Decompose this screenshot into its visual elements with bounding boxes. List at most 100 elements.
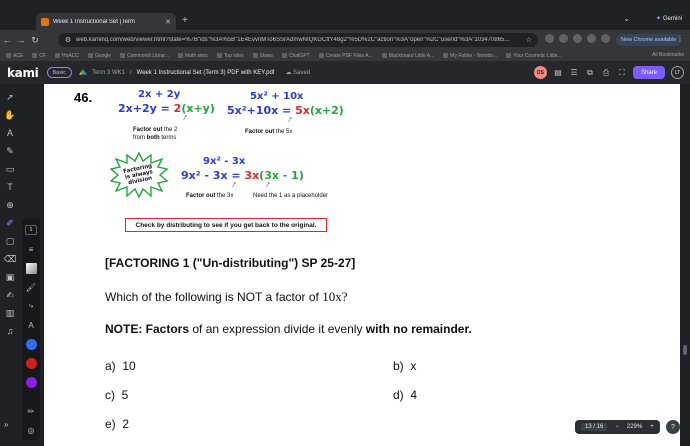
text-style-icon[interactable]: A [24,317,38,333]
export-icon[interactable]: ⧉ [585,68,595,78]
bookmark-item[interactable]: Math sites [178,53,208,59]
bookmark-item[interactable]: Top sites [216,53,244,59]
example3-placeholder-note: Need the 1 as a placeholder [253,193,329,199]
example1-expression: 2x + 2y [138,89,181,100]
extensions-area [545,34,610,43]
folder-icon [506,53,512,58]
user-avatar[interactable]: LT [671,66,684,79]
folder-icon [381,53,387,58]
choice-a[interactable]: a) 10 [105,359,136,373]
print-icon[interactable]: ⎙ [601,68,611,78]
image-icon[interactable]: ▣ [3,268,17,286]
smoothing-icon[interactable]: ⤷ [24,298,38,314]
bookmark-item[interactable]: Commonlit Librar... [120,53,169,59]
marker-icon[interactable]: ✎ [3,142,17,160]
bookmark-star-icon[interactable]: ☆ [526,36,532,44]
bookmarks-bar: ACE CF HoACC Google Commonlit Librar... … [0,50,690,61]
extension-icon[interactable] [545,34,554,43]
back-icon[interactable]: ← [0,35,14,45]
comments-icon[interactable]: ▤ [553,68,563,77]
document-title[interactable]: Week 1 Instructional Set (Term 3) PDF wi… [137,70,275,76]
all-bookmarks-button[interactable]: All Bookmarks [652,52,684,58]
address-bar[interactable]: ⚙ web.kamihq.com/web/viewer.html?state=%… [58,33,538,47]
text-highlight-icon[interactable]: A [3,124,17,142]
bookmark-item[interactable]: Blackboard Little A... [381,53,434,59]
fullscreen-icon[interactable]: ⛶ [617,68,627,78]
bookmark-item[interactable]: Google [87,53,111,59]
save-status: ☁ Saved [285,70,311,76]
gemini-label: Gemini [662,15,682,22]
audio-icon[interactable]: ♫ [3,322,17,340]
plan-badge[interactable]: Basic [46,67,72,78]
folder-icon [178,53,183,58]
signature-icon[interactable]: ✍ [3,286,17,304]
color-swatch-purple[interactable] [24,374,38,390]
new-tab-button[interactable]: + [182,15,188,26]
share-button[interactable]: Share [632,66,665,79]
choice-e[interactable]: e) 2 [105,417,129,431]
bookmark-item[interactable]: CF [32,53,46,59]
collapse-toolbar-icon[interactable]: » [4,420,8,429]
browser-tabstrip: Week 1 Instructional Set (Term ✕ + ⌄ ✦ G… [0,0,690,30]
equation-icon[interactable]: ⊕ [3,196,17,214]
chevron-down-icon[interactable]: ⌄ [623,14,630,23]
bookmark-item[interactable]: ACE [6,53,23,59]
color-swatch-red[interactable] [24,355,38,371]
comment-icon[interactable]: ▭ [3,160,17,178]
extension-icon[interactable] [573,34,582,43]
browser-toolbar: ← → ↻ ⚙ web.kamihq.com/web/viewer.html?s… [0,30,690,50]
color-swatch-blue[interactable] [24,336,38,352]
kami-logo[interactable]: kami [7,66,39,80]
browser-tab[interactable]: Week 1 Instructional Set (Term ✕ [36,13,176,30]
profile-avatar-icon[interactable] [601,34,610,43]
chrome-update-button[interactable]: New Chrome available [616,34,682,46]
brush-icon[interactable]: 🖌 [24,279,38,295]
choice-d[interactable]: d) 4 [393,388,417,402]
folder-icon [54,53,60,58]
pdf-page[interactable]: 46. 2x + 2y 2x+2y = 2(x+y) ↑ Factor out … [44,84,680,446]
collaborator-avatar[interactable]: DS [533,66,547,79]
scrollbar[interactable] [683,345,687,355]
choice-b[interactable]: b) x [393,359,416,373]
bookmark-item[interactable]: Slaws [252,53,273,59]
zoom-out-button[interactable]: − [615,424,619,430]
dictionary-icon[interactable]: ▥ [3,304,17,322]
select-icon[interactable]: ➚ [3,88,17,106]
help-button[interactable]: ? [666,420,680,434]
note-text: NOTE: Factors of an expression divide it… [105,322,472,336]
palette-icon[interactable]: ◎ [24,422,38,438]
bookmark-item[interactable]: Create PDF Files A... [318,53,373,59]
breadcrumb: Term 3 WK1 / Week 1 Instructional Set (T… [78,69,311,76]
breadcrumb-folder[interactable]: Term 3 WK1 [92,70,125,76]
line-style-icon[interactable]: ≡ [24,241,38,257]
question-text: Which of the following is NOT a factor o… [105,289,348,304]
zoom-level[interactable]: 229% [627,424,642,430]
example1-note: Factor out the 2 from both terms [133,127,178,141]
choice-c[interactable]: c) 5 [105,388,128,402]
forward-icon[interactable]: → [14,35,28,45]
check-reminder-box: Check by distributing to see if you get … [125,218,327,232]
drawing-pen-icon[interactable]: ✐ [3,214,17,232]
reload-icon[interactable]: ↻ [28,35,42,46]
more-menu-icon[interactable]: ⋮ [676,34,684,43]
text-box-icon[interactable]: T [3,178,17,196]
pencil-icon[interactable]: ✏ [24,403,38,419]
close-tab-icon[interactable]: ✕ [165,18,171,26]
bookmark-item[interactable]: ChatGPT [281,53,310,59]
layers-icon[interactable]: ☰ [569,68,579,77]
extension-icon[interactable] [559,34,568,43]
extension-icon[interactable] [587,34,596,43]
site-info-icon[interactable]: ⚙ [64,36,72,44]
bookmark-item[interactable]: My Folder - Notebo... [443,53,497,59]
page-indicator[interactable]: 13 / 16 [581,423,608,431]
bookmark-item[interactable]: HoACC [54,53,79,59]
drawing-options-panel: 1 ≡ 🖌 ⤷ A ✏ ◎ [22,218,40,440]
stroke-width-select[interactable]: 1 [24,222,38,238]
bookmark-item[interactable]: Your Cosmetic Little... [506,53,562,59]
hand-icon[interactable]: ✋ [3,106,17,124]
shapes-icon[interactable]: ▢ [3,232,17,250]
opacity-icon[interactable] [24,260,38,276]
gemini-button[interactable]: ✦ Gemini [656,15,682,23]
zoom-in-button[interactable]: + [650,424,654,430]
eraser-icon[interactable]: ⌫ [3,250,17,268]
